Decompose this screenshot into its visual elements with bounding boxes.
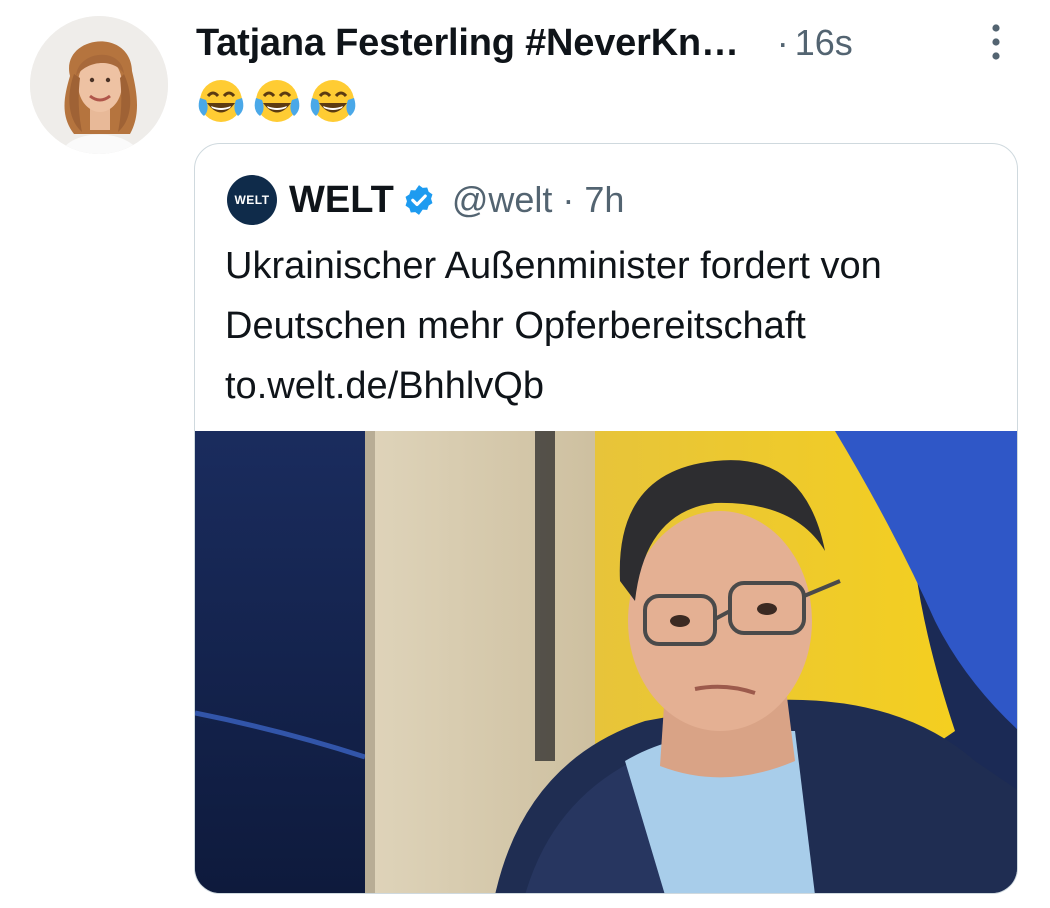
quoted-author-name[interactable]: WELT bbox=[289, 179, 394, 222]
tweet-text bbox=[196, 76, 358, 126]
welt-logo-text: WELT bbox=[234, 193, 270, 207]
quoted-tweet-header: WELT WELT @welt · 7h bbox=[227, 175, 624, 225]
quoted-text-body: Ukrainischer Außenminister fordert von D… bbox=[225, 245, 882, 347]
quoted-separator: · bbox=[562, 179, 575, 220]
quoted-timestamp[interactable]: 7h bbox=[584, 179, 624, 221]
header-separator: · bbox=[776, 22, 789, 63]
quoted-media-image[interactable] bbox=[195, 431, 1018, 894]
face-with-tears-of-joy-icon bbox=[310, 80, 356, 122]
quoted-link[interactable]: to.welt.de/BhhlvQb bbox=[225, 365, 544, 407]
quoted-tweet-card[interactable]: WELT WELT @welt · 7h Ukrainischer Außenm… bbox=[194, 143, 1018, 894]
tweet-timestamp[interactable]: 16s bbox=[795, 22, 853, 64]
face-with-tears-of-joy-icon bbox=[254, 80, 300, 122]
tweet-header: Tatjana Festerling #NeverKn… · 16s bbox=[196, 18, 1026, 68]
author-avatar[interactable] bbox=[30, 16, 168, 154]
quoted-handle[interactable]: @welt bbox=[452, 179, 553, 221]
author-name[interactable]: Tatjana Festerling #NeverKn… bbox=[196, 22, 739, 65]
face-with-tears-of-joy-icon bbox=[198, 80, 244, 122]
vertical-ellipsis-icon[interactable] bbox=[989, 22, 1003, 62]
welt-avatar[interactable]: WELT bbox=[227, 175, 277, 225]
verified-badge-icon bbox=[405, 185, 433, 215]
quoted-tweet-text: Ukrainischer Außenminister fordert von D… bbox=[225, 236, 1015, 416]
avatar-image bbox=[30, 16, 168, 154]
